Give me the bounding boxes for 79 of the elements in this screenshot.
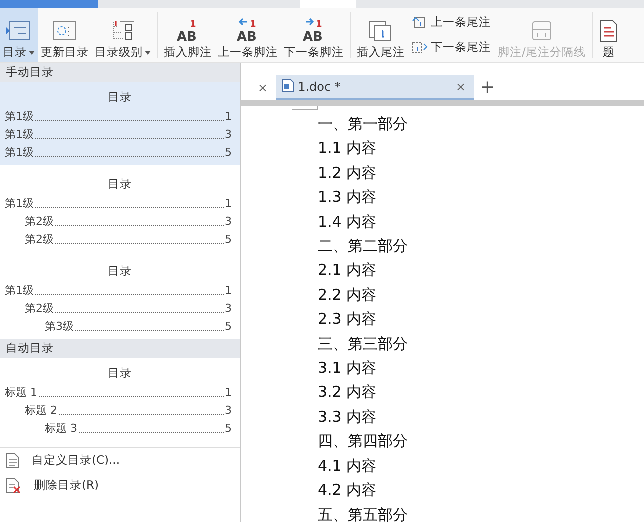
document-text-line: 1.3 内容 <box>318 187 378 208</box>
toc-heading: 目录 <box>107 263 133 280</box>
page-number: 3 <box>225 402 232 418</box>
document-text-line: 1.1 内容 <box>318 138 378 160</box>
toc-entry-label: 标题 2 <box>25 402 58 418</box>
page-number: 1 <box>225 108 232 124</box>
page-number: 1 <box>225 282 232 298</box>
toc-heading: 目录 <box>107 176 133 193</box>
toc-style-option[interactable]: 目录 标题 1 1 标题 2 3 标题 3 5 <box>0 358 240 441</box>
document-icon <box>282 78 296 92</box>
toc-entry-label: 第2级 <box>25 232 54 248</box>
toc-style-option[interactable]: 目录 第1级 1 第2级 3 第2级 5 <box>0 169 240 252</box>
close-tab-button[interactable]: × <box>256 82 270 94</box>
section-header: 自动目录 <box>0 339 240 358</box>
ribbon-button[interactable]: 题 <box>596 8 622 62</box>
toc-entry-label: 第1级 <box>5 282 34 298</box>
document-text-line: 1.4 内容 <box>318 212 378 233</box>
document-text-line: 3.2 内容 <box>318 382 378 404</box>
toc-entry-label: 标题 3 <box>45 420 78 436</box>
next-endnote-button[interactable]: 下一条尾注 <box>410 40 493 56</box>
document-text-line: 4.2 内容 <box>318 480 378 502</box>
document-icon <box>598 18 619 42</box>
page-number: 3 <box>225 214 232 230</box>
page-number: 3 <box>225 126 232 142</box>
ribbon-button[interactable]: AB 1 插入脚注 <box>161 8 215 62</box>
toc-entry-label: 第1级 <box>5 144 34 160</box>
document-text-line: 1.2 内容 <box>318 162 378 184</box>
ribbon-button[interactable]: 目录级别 <box>92 8 154 62</box>
refresh-icon <box>52 18 78 42</box>
toc-entry-label: 第2级 <box>25 214 54 230</box>
ribbon-button[interactable]: 插入尾注 <box>354 8 408 62</box>
document-text-line: 五、第五部分 <box>318 504 409 522</box>
ribbon-button[interactable]: AB 1 下一条脚注 <box>281 8 347 62</box>
page-number: 1 <box>225 384 232 400</box>
toc-entry-label: 第1级 <box>5 196 34 212</box>
previous-endnote-icon <box>412 16 428 30</box>
section-header: 手动目录 <box>0 63 240 82</box>
toc-heading: 目录 <box>107 89 133 106</box>
new-tab-button[interactable]: + <box>474 75 502 100</box>
toc-style-option[interactable]: 目录 第1级 1 第2级 3 第3级 5 <box>0 256 240 339</box>
ribbon-button[interactable]: AB 1 上一条脚注 <box>215 8 281 62</box>
app-menu-tab[interactable] <box>0 0 98 8</box>
toc-entry-label: 第1级 <box>5 108 34 124</box>
document-text-line: 3.3 内容 <box>318 406 378 428</box>
page-number: 5 <box>225 144 232 160</box>
next-endnote-icon <box>412 40 428 54</box>
ribbon-button[interactable]: 更新目录 <box>38 8 92 62</box>
document-text-line: 二、第二部分 <box>318 236 409 258</box>
menu-item[interactable]: 自定义目录(C)... <box>0 448 240 474</box>
document-text-line: 三、第三部分 <box>318 334 409 355</box>
document-text-line: 四、第四部分 <box>318 431 409 452</box>
page-number: 5 <box>225 318 232 334</box>
close-tab-button[interactable]: × <box>454 80 468 92</box>
toc-entry-label: 第2级 <box>25 300 54 316</box>
endnote-icon <box>368 18 394 42</box>
document-tab[interactable]: 1.doc * × <box>276 75 474 100</box>
ribbon-button[interactable]: 目录 <box>0 8 38 62</box>
footnote-icon: AB 1 <box>173 16 203 42</box>
toc-heading: 目录 <box>107 365 133 382</box>
menu-item[interactable]: 删除目录(R) <box>0 473 240 498</box>
toc-entry-label: 标题 1 <box>5 384 38 400</box>
toc-entry-label: 第3级 <box>45 318 74 334</box>
document-text-line: 2.2 内容 <box>318 284 378 306</box>
document-text-line: 一、第一部分 <box>318 114 409 135</box>
document-text-line: 4.1 内容 <box>318 456 378 477</box>
page-number: 5 <box>225 420 232 436</box>
delete-document-icon <box>6 478 22 494</box>
toc-style-option[interactable]: 目录 第1级 1 第1级 3 第1级 5 <box>0 82 240 165</box>
page-number: 3 <box>225 300 232 316</box>
document-text-line: 3.1 内容 <box>318 358 378 380</box>
document-text-line: 2.1 内容 <box>318 260 378 282</box>
ribbon-tab[interactable] <box>300 0 356 8</box>
toc-entry-label: 第1级 <box>5 126 34 142</box>
document-text-line: 2.3 内容 <box>318 309 378 330</box>
page-number: 5 <box>225 232 232 248</box>
page-number: 1 <box>225 196 232 212</box>
document-icon <box>6 452 20 469</box>
previous-endnote-button[interactable]: 上一条尾注 <box>410 14 493 30</box>
list-icon <box>6 18 32 42</box>
